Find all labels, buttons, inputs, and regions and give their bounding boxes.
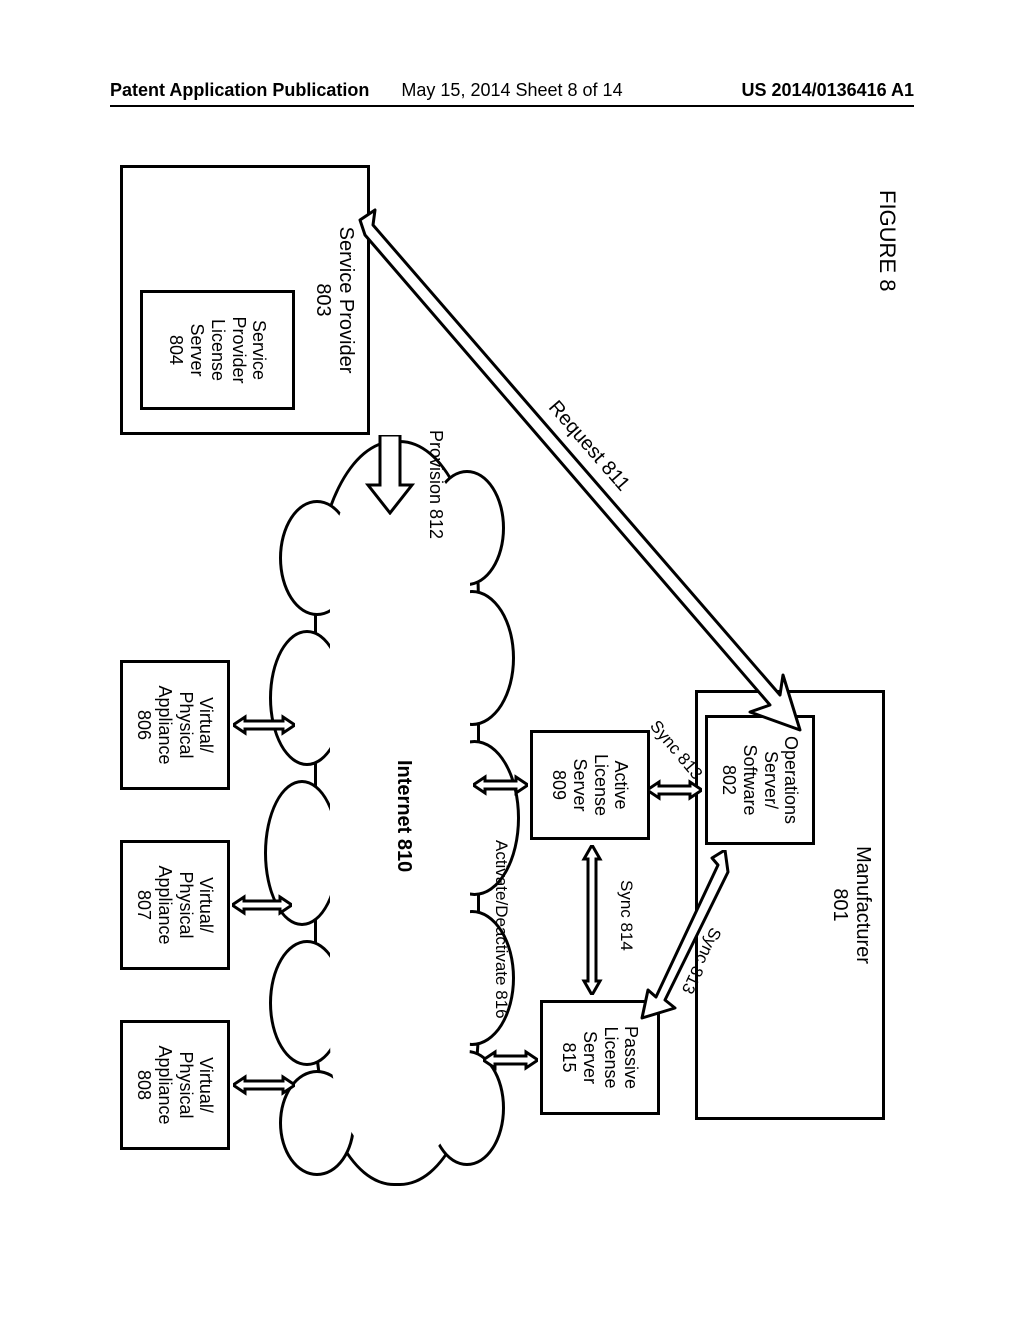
cloud-to-807-arrow (232, 885, 292, 925)
provision-label: Provision 812 (425, 430, 445, 539)
provision-arrow (360, 435, 420, 515)
appliance-808: Virtual/ Physical Appliance 808 (120, 1020, 230, 1150)
sp-license-server-box: Service Provider License Server 804 (140, 290, 295, 410)
figure-canvas: FIGURE 8 Manufacturer 801 Operations Ser… (110, 160, 910, 1200)
active-to-cloud-arrow (473, 765, 528, 805)
cloud-to-808-arrow (233, 1065, 295, 1105)
page-header: Patent Application Publication May 15, 2… (110, 80, 914, 107)
appliance-806: Virtual/ Physical Appliance 806 (120, 660, 230, 790)
internet-label: Internet 810 (393, 760, 415, 872)
sync-between-label: Sync 814 (616, 880, 635, 951)
cloud-to-806-arrow (233, 705, 295, 745)
sync-between-arrow (572, 845, 612, 995)
header-left: Patent Application Publication (110, 80, 369, 101)
active-license-box: Active License Server 809 (530, 730, 650, 840)
header-right: US 2014/0136416 A1 (742, 80, 914, 101)
activate-label: Activate/Deactivate 816 (491, 840, 510, 1019)
header-center: May 15, 2014 Sheet 8 of 14 (401, 80, 622, 101)
manufacturer-label: Manufacturer 801 (828, 697, 874, 1113)
passive-to-cloud-arrow (483, 1040, 538, 1080)
figure-title: FIGURE 8 (874, 190, 900, 291)
appliance-807: Virtual/ Physical Appliance 807 (120, 840, 230, 970)
